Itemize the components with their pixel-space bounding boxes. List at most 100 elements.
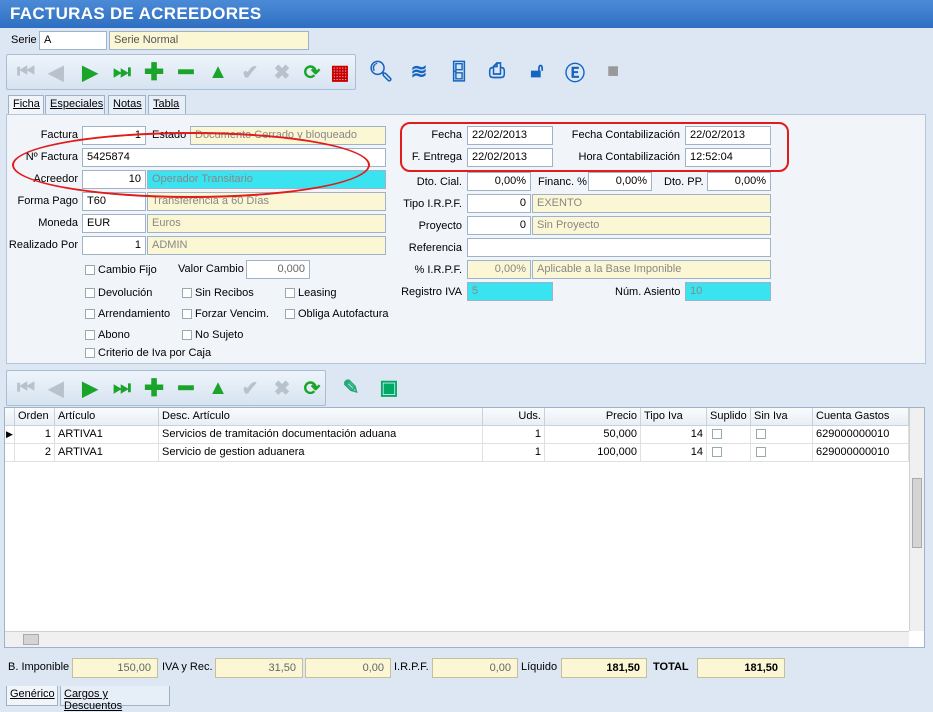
table-cell[interactable]: 14 [641,426,707,444]
nosujeto-checkbox[interactable] [182,330,192,340]
lines-refresh-icon[interactable]: ⟳ [299,375,325,401]
rec-field: 0,00 [305,658,391,678]
obliga-checkbox[interactable] [285,309,295,319]
referencia-label: Referencia [408,242,462,254]
refresh-icon[interactable]: ⟳ [299,59,325,85]
arrendamiento-label: Arrendamiento [98,308,171,320]
view-window-icon[interactable]: ▣ [376,374,402,400]
suplido-checkbox[interactable] [712,447,722,457]
table-cell [751,444,813,462]
delete-icon[interactable]: ━ [173,59,199,86]
col-uds[interactable]: Uds. [483,408,545,426]
valorcambio-label: Valor Cambio [178,263,244,275]
table-cell[interactable]: 1 [483,444,545,462]
current-row-arrow-icon: ▶ [5,426,15,444]
exit-door-icon[interactable]: 🚪︎ [446,58,472,84]
previous-record-icon[interactable]: ◀ [43,59,69,85]
lines-next-icon[interactable]: ▶ [77,375,103,401]
print-icon[interactable]: ⎙ [484,58,510,84]
table-cell[interactable]: 100,000 [545,444,641,462]
table-cell[interactable]: Servicio de gestion aduanera [159,444,483,462]
table-cell[interactable]: 1 [15,426,55,444]
tab-notas[interactable]: Notas [108,95,146,114]
col-articulo[interactable]: Artículo [55,408,159,426]
abono-checkbox[interactable] [85,330,95,340]
lines-last-icon[interactable]: ⏭ [109,375,135,401]
lines-delete-icon[interactable]: ━ [173,375,199,402]
scrollbar-thumb[interactable] [912,478,922,548]
lines-add-icon[interactable]: ✚ [141,375,167,402]
table-cell[interactable]: 1 [483,426,545,444]
broadcast-icon[interactable]: ≋ [406,58,432,84]
cancel-icon[interactable]: ✖ [269,59,295,85]
first-record-icon[interactable]: ⏮ [13,59,39,85]
arrendamiento-checkbox[interactable] [85,309,95,319]
vertical-scrollbar[interactable] [909,408,924,631]
proyecto-name-field: Sin Proyecto [532,216,771,235]
tab-cargos[interactable]: Cargos y Descuentos [60,686,170,712]
serie-code-field[interactable]: A [39,31,107,50]
col-siniva[interactable]: Sin Iva [751,408,813,426]
unlock-icon[interactable]: 🔓︎ [524,58,550,84]
forzar-checkbox[interactable] [182,309,192,319]
criterio-checkbox[interactable] [85,348,95,358]
dtopp-field[interactable]: 0,00% [707,172,771,191]
table-cell[interactable]: ARTIVA1 [55,444,159,462]
col-cuenta[interactable]: Cuenta Gastos [813,408,909,426]
leasing-checkbox[interactable] [285,288,295,298]
valorcambio-field[interactable]: 0,000 [246,260,310,279]
table-cell[interactable]: 629000000010 [813,444,909,462]
edit-up-icon[interactable]: ▲ [205,59,231,85]
realizado-label: Realizado Por [8,239,78,251]
lines-cancel-icon[interactable]: ✖ [269,375,295,401]
table-cell[interactable]: 14 [641,444,707,462]
suplido-checkbox[interactable] [712,429,722,439]
last-record-icon[interactable]: ⏭ [109,59,135,85]
referencia-field[interactable] [467,238,771,257]
proyecto-code-field[interactable]: 0 [467,216,531,235]
registroiva-field: 5 [467,282,553,301]
col-orden[interactable]: Orden [15,408,55,426]
cambiofijo-checkbox[interactable] [85,265,95,275]
dtocial-label: Dto. Cial. [416,176,462,188]
tab-ficha[interactable]: Ficha [8,95,44,115]
lines-confirm-icon[interactable]: ✔ [237,375,263,401]
tab-tabla[interactable]: Tabla [148,95,186,114]
add-icon[interactable]: ✚ [141,59,167,86]
dtocial-field[interactable]: 0,00% [467,172,531,191]
tab-generico[interactable]: Genérico [6,686,58,706]
lines-first-icon[interactable]: ⏮ [13,375,39,401]
window-title: FACTURAS DE ACREEDORES [0,0,933,28]
col-precio[interactable]: Precio [545,408,641,426]
financ-field[interactable]: 0,00% [588,172,652,191]
siniva-checkbox[interactable] [756,429,766,439]
euro-icon[interactable]: Ⓔ [562,58,588,85]
devolucion-checkbox[interactable] [85,288,95,298]
scrollbar-thumb[interactable] [23,634,39,645]
col-suplido[interactable]: Suplido [707,408,751,426]
realizado-code-field[interactable]: 1 [82,236,146,255]
table-cell[interactable]: 2 [15,444,55,462]
tipoirpf-code-field[interactable]: 0 [467,194,531,213]
lines-previous-icon[interactable]: ◀ [43,375,69,401]
sinrecibos-label: Sin Recibos [195,287,254,299]
table-cell[interactable]: 629000000010 [813,426,909,444]
confirm-icon[interactable]: ✔ [237,59,263,85]
table-cell[interactable]: ARTIVA1 [55,426,159,444]
next-record-icon[interactable]: ▶ [77,59,103,85]
siniva-checkbox[interactable] [756,447,766,457]
moneda-code-field[interactable]: EUR [82,214,146,233]
lines-up-icon[interactable]: ▲ [205,375,231,401]
report-icon[interactable]: ▦ [327,59,353,85]
realizado-name-field: ADMIN [147,236,386,255]
search-icon[interactable]: 🔍︎ [368,58,394,84]
col-desc[interactable]: Desc. Artículo [159,408,483,426]
sinrecibos-checkbox[interactable] [182,288,192,298]
copy-icon[interactable]: ■ [600,58,626,84]
tab-especiales[interactable]: Especiales [45,95,105,114]
horizontal-scrollbar[interactable] [5,631,909,647]
col-tipoiva[interactable]: Tipo Iva [641,408,707,426]
edit-document-icon[interactable]: ✎ [338,374,364,400]
table-cell[interactable]: Servicios de tramitación documentación a… [159,426,483,444]
table-cell[interactable]: 50,000 [545,426,641,444]
